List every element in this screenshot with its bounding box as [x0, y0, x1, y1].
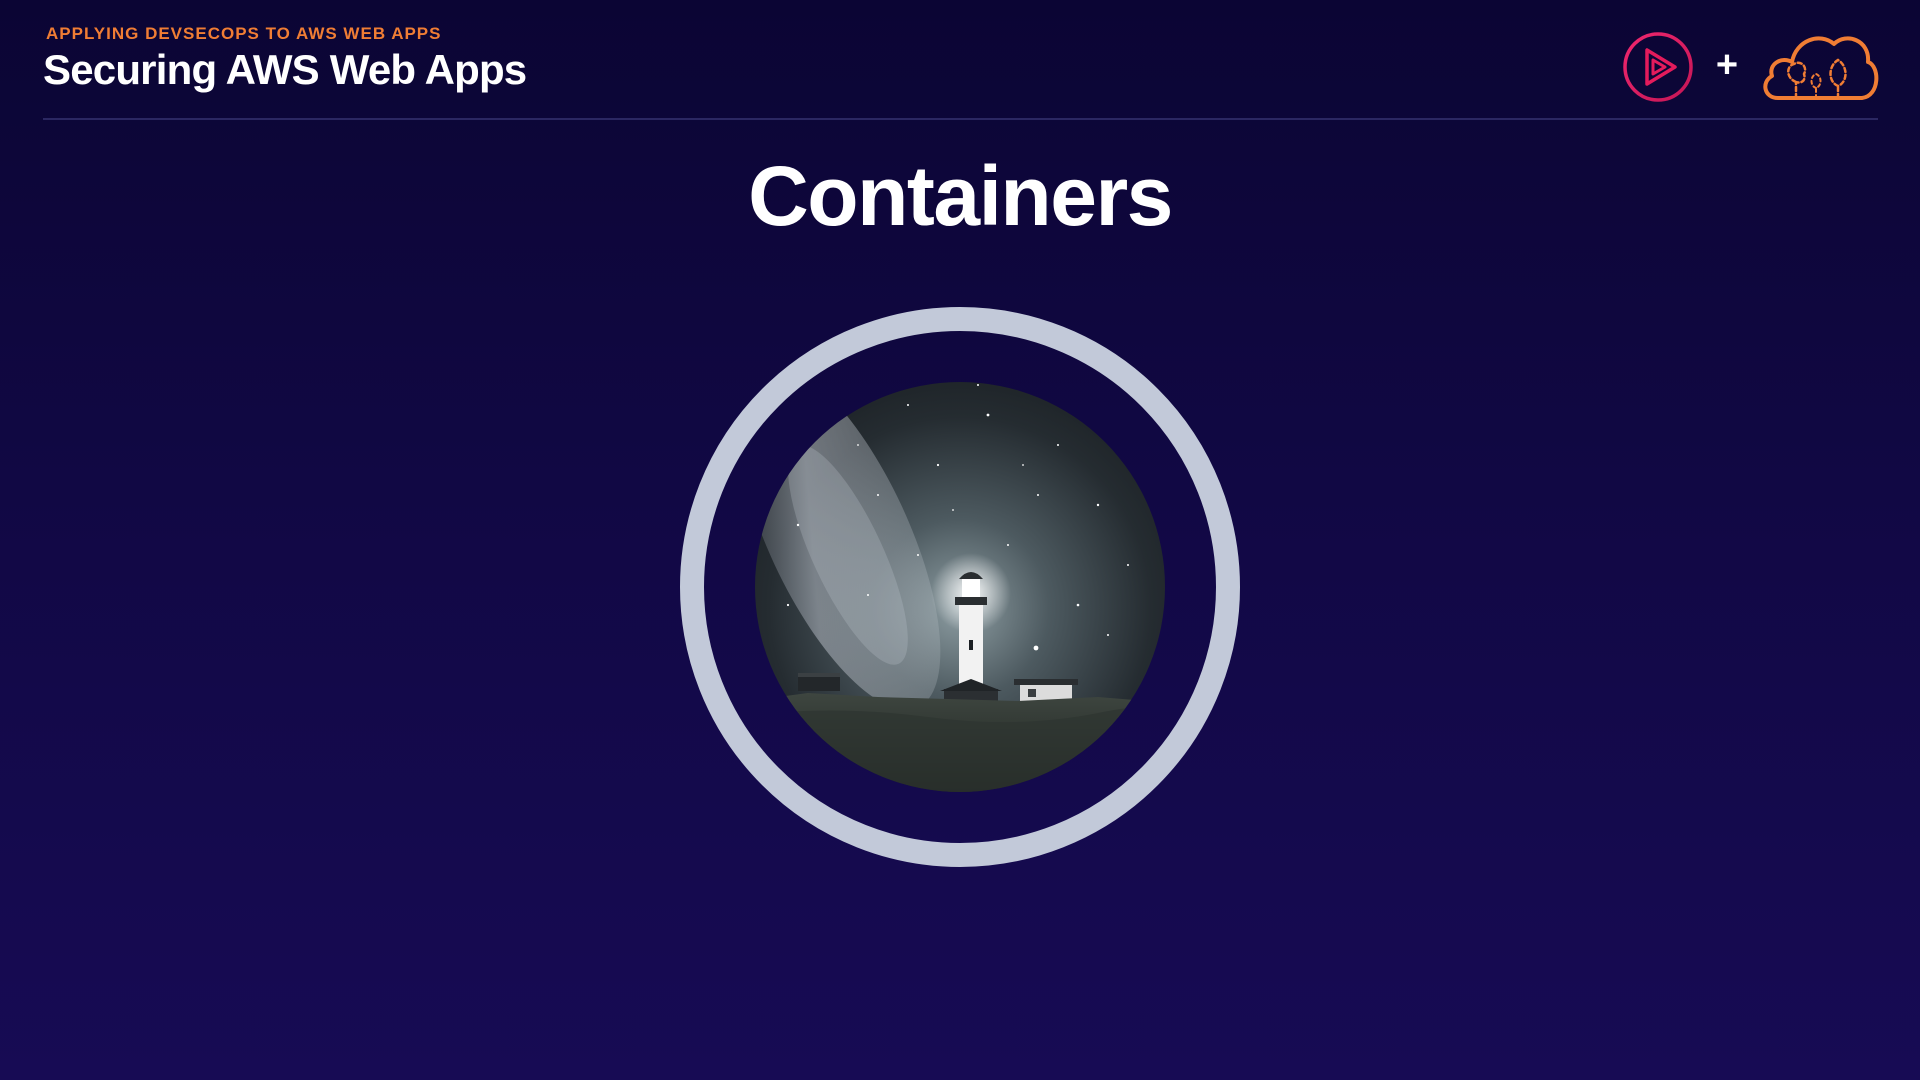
- header-divider: [43, 118, 1878, 120]
- slide-header: APPLYING DEVSECOPS TO AWS WEB APPS Secur…: [0, 0, 1920, 122]
- course-title: Securing AWS Web Apps: [43, 46, 527, 93]
- plus-sign: +: [1715, 44, 1739, 86]
- lighthouse-photo-ring: [680, 307, 1240, 867]
- course-eyebrow: APPLYING DEVSECOPS TO AWS WEB APPS: [46, 24, 442, 43]
- cloud-trees-icon: [1763, 36, 1879, 100]
- slide-title: Containers: [748, 149, 1173, 243]
- pluralsight-play-icon: [1623, 32, 1693, 102]
